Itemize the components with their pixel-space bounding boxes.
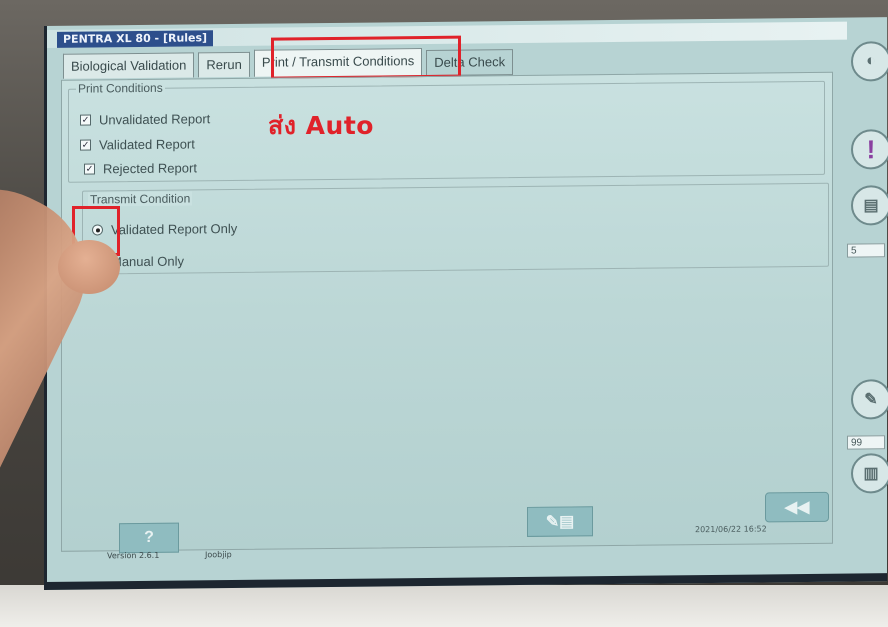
right-toolbar: ◐ ! ▤ 5 ✎ 99 ▥ [847, 33, 888, 523]
annotation-text: ส่ง Auto [268, 111, 374, 140]
right-field-top[interactable]: 5 [847, 243, 885, 258]
monitor-base [0, 585, 888, 627]
screen: PENTRA XL 80 - [Rules] Biological Valida… [44, 17, 888, 590]
checkbox-checked-icon[interactable]: ✓ [80, 114, 91, 126]
option-label: Rejected Report [103, 160, 197, 177]
transmit-condition-label: Transmit Condition [88, 191, 193, 207]
checkbox-checked-icon[interactable]: ✓ [84, 163, 95, 175]
finger-tip [58, 240, 120, 294]
checkbox-checked-icon[interactable]: ✓ [80, 139, 91, 151]
option-unvalidated-report[interactable]: ✓ Unvalidated Report [80, 111, 210, 127]
option-label: Validated Report [99, 136, 195, 153]
print-conditions-label: Print Conditions [76, 80, 165, 96]
rack-icon[interactable]: ▥ [851, 453, 888, 494]
alert-icon[interactable]: ! [851, 129, 888, 170]
back-icon[interactable]: ◀◀ [765, 491, 829, 523]
tab-highlight-box [271, 35, 461, 80]
option-label: Manual Only [111, 253, 184, 270]
report-icon[interactable]: ✎▤ [527, 506, 593, 537]
tab-rerun[interactable]: Rerun [198, 51, 250, 78]
option-label: Validated Report Only [111, 220, 238, 238]
edit-icon[interactable]: ✎ [851, 379, 888, 420]
right-field-bottom[interactable]: 99 [847, 435, 885, 450]
option-label: Unvalidated Report [99, 111, 211, 128]
status-user: Joobjip [205, 550, 232, 560]
logo-icon[interactable]: ◐ [851, 41, 888, 82]
tab-biological-validation[interactable]: Biological Validation [63, 52, 195, 79]
window-title: PENTRA XL 80 - [Rules] [57, 30, 214, 48]
rules-panel: Print Conditions ✓ Unvalidated Report ✓ … [61, 71, 833, 552]
status-version: Version 2.6.1 [107, 550, 160, 561]
option-rejected-report[interactable]: ✓ Rejected Report [84, 160, 197, 176]
option-validated-report[interactable]: ✓ Validated Report [80, 136, 195, 152]
status-datetime: 2021/06/22 16:52 [695, 524, 767, 535]
rules-icon[interactable]: ▤ [851, 185, 888, 226]
